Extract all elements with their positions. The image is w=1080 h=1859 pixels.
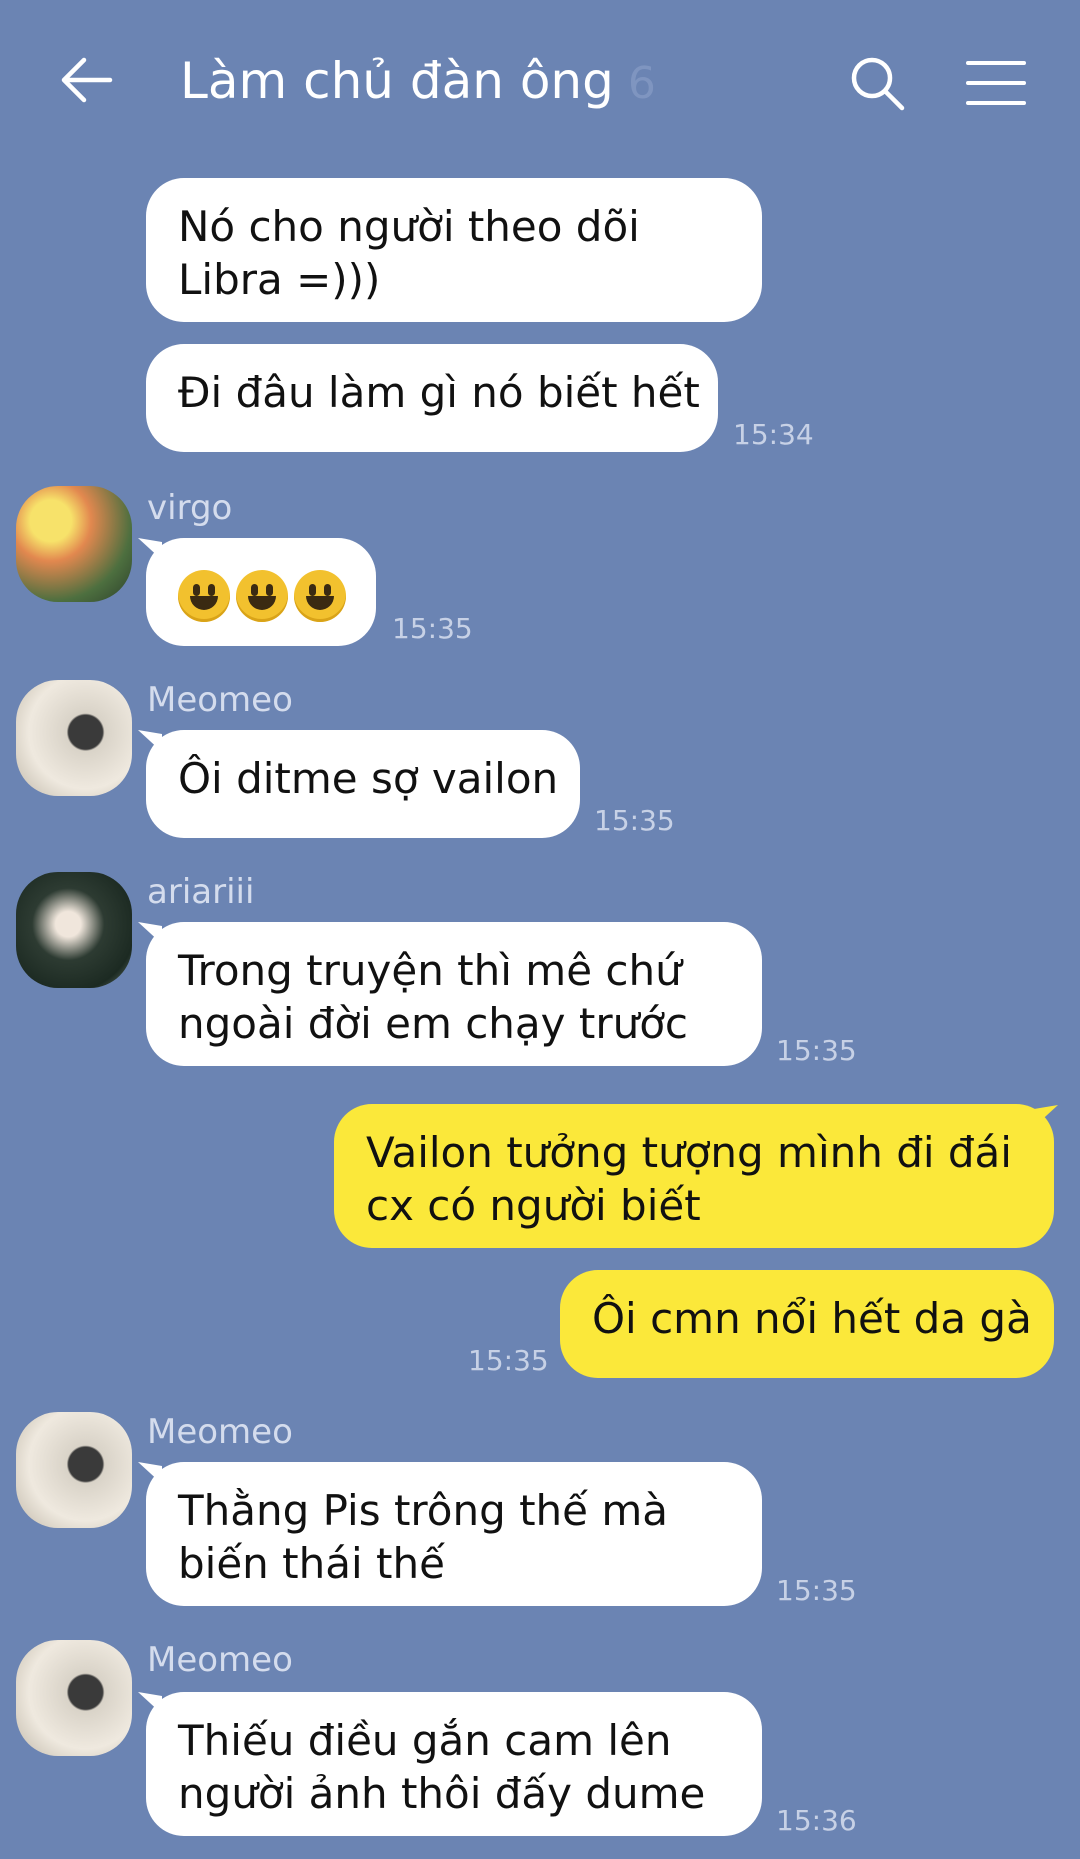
message-line: biến thái thế: [178, 1539, 445, 1588]
avatar[interactable]: [16, 872, 132, 988]
back-arrow-icon: [61, 57, 113, 103]
smiley-emoji-icon: [178, 569, 230, 622]
message-line: Thằng Pis trông thế mà: [178, 1486, 669, 1535]
message-bubble[interactable]: Thằng Pis trông thế mà biến thái thế: [146, 1462, 762, 1606]
menu-button[interactable]: [964, 58, 1028, 108]
message-line: Ôi ditme sợ vailon: [178, 754, 559, 803]
message-bubble[interactable]: Đi đâu làm gì nó biết hết: [146, 344, 718, 452]
message-bubble[interactable]: Nó cho người theo dõi Libra =))): [146, 178, 762, 322]
avatar[interactable]: [16, 1640, 132, 1756]
message-line: Thiếu điều gắn cam lên: [178, 1716, 672, 1765]
message-line: ngoài đời em chạy trước: [178, 999, 689, 1048]
message-time: 15:35: [776, 1034, 857, 1067]
message-bubble[interactable]: Vailon tưởng tượng mình đi đái cx có ngư…: [334, 1104, 1054, 1248]
member-count: 6: [627, 58, 656, 109]
message-time: 15:34: [733, 418, 814, 451]
message-bubble[interactable]: Ôi cmn nổi hết da gà: [560, 1270, 1054, 1378]
message-time: 15:35: [594, 804, 675, 837]
back-button[interactable]: [58, 52, 114, 108]
message-line: Đi đâu làm gì nó biết hết: [178, 368, 700, 417]
avatar[interactable]: [16, 486, 132, 602]
message-line: Ôi cmn nổi hết da gà: [592, 1294, 1032, 1343]
message-line: Libra =))): [178, 255, 381, 304]
message-time: 15:36: [776, 1804, 857, 1837]
message-line: Trong truyện thì mê chứ: [178, 946, 682, 995]
message-time: 15:35: [776, 1574, 857, 1607]
search-button[interactable]: [848, 54, 908, 114]
sender-name: Meomeo: [147, 1412, 293, 1452]
avatar[interactable]: [16, 1412, 132, 1528]
message-line: Vailon tưởng tượng mình đi đái: [366, 1128, 1012, 1177]
message-time: 15:35: [392, 612, 473, 645]
chat-title-area[interactable]: Làm chủ đàn ông 6: [180, 52, 656, 118]
message-time: 15:35: [468, 1344, 549, 1377]
chat-header: Làm chủ đàn ông 6: [0, 0, 1080, 168]
sender-name: Meomeo: [147, 1640, 293, 1680]
smiley-emoji-icon: [294, 569, 346, 622]
message-bubble[interactable]: Thiếu điều gắn cam lên người ảnh thôi đấ…: [146, 1692, 762, 1836]
message-line: người ảnh thôi đấy dume: [178, 1769, 706, 1818]
sender-name: ariariii: [147, 872, 255, 912]
search-icon: [851, 57, 905, 111]
message-line: Nó cho người theo dõi: [178, 202, 640, 251]
message-bubble[interactable]: [146, 538, 376, 646]
chat-title: Làm chủ đàn ông: [180, 52, 614, 110]
sender-name: virgo: [147, 488, 233, 528]
message-bubble[interactable]: Ôi ditme sợ vailon: [146, 730, 580, 838]
message-line: cx có người biết: [366, 1181, 701, 1230]
smiley-emoji-icon: [236, 569, 288, 622]
avatar[interactable]: [16, 680, 132, 796]
sender-name: Meomeo: [147, 680, 293, 720]
message-bubble[interactable]: Trong truyện thì mê chứ ngoài đời em chạ…: [146, 922, 762, 1066]
menu-icon: [966, 61, 1026, 105]
